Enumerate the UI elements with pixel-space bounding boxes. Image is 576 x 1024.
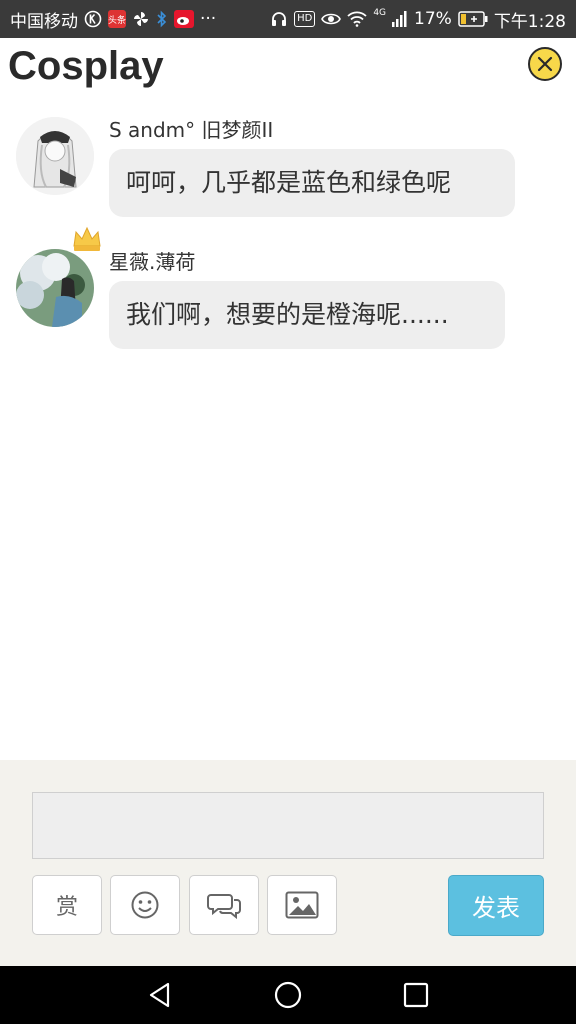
composer: 赏 发表 bbox=[0, 760, 576, 966]
sender-name: S andm° 旧梦颜II bbox=[109, 118, 274, 142]
message-list[interactable]: S andm° 旧梦颜II 呵呵，几乎都是蓝色和绿色呢 星薇.薄荷 我们啊，想要… bbox=[0, 100, 576, 760]
reward-button[interactable]: 赏 bbox=[32, 875, 102, 935]
hd-icon: HD bbox=[294, 11, 316, 27]
page-title: Cosplay bbox=[8, 44, 164, 88]
emoji-button[interactable] bbox=[110, 875, 180, 935]
reward-label: 赏 bbox=[55, 895, 78, 920]
pinwheel-icon bbox=[132, 10, 150, 28]
more-notifications: ··· bbox=[200, 9, 217, 29]
recents-icon bbox=[403, 982, 429, 1008]
emoji-icon bbox=[131, 891, 159, 919]
sender-name: 星薇.薄荷 bbox=[109, 250, 196, 274]
battery-percent: 17% bbox=[414, 9, 452, 29]
headphones-icon bbox=[270, 10, 288, 28]
comment-input[interactable] bbox=[32, 792, 544, 859]
home-button[interactable] bbox=[272, 979, 304, 1011]
avatar[interactable] bbox=[16, 117, 94, 195]
back-icon bbox=[149, 982, 170, 1008]
image-icon bbox=[285, 891, 319, 919]
clock: 下午1:28 bbox=[493, 11, 566, 32]
recents-button[interactable] bbox=[400, 979, 432, 1011]
send-label: 发表 bbox=[472, 894, 520, 922]
signal-icon bbox=[392, 11, 408, 27]
navigation-bar bbox=[0, 966, 576, 1024]
bluetooth-icon bbox=[156, 10, 168, 28]
network-type: 4G bbox=[373, 8, 387, 18]
message-bubble: 我们啊，想要的是橙海呢...... bbox=[109, 281, 505, 349]
image-button[interactable] bbox=[267, 875, 337, 935]
message-bubble: 呵呵，几乎都是蓝色和绿色呢 bbox=[109, 149, 515, 217]
eye-icon bbox=[321, 11, 342, 27]
status-bar: 中国移动 头条 ··· HD 4G 17% 下午1:28 bbox=[0, 0, 576, 38]
wifi-icon bbox=[347, 11, 367, 27]
chat-icon bbox=[207, 894, 241, 919]
chat-button[interactable] bbox=[189, 875, 259, 935]
close-button[interactable] bbox=[528, 47, 562, 81]
weibo-icon bbox=[174, 10, 194, 28]
battery-charging-icon bbox=[458, 11, 488, 27]
home-icon bbox=[274, 981, 302, 1009]
close-icon bbox=[537, 56, 553, 72]
send-button[interactable]: 发表 bbox=[448, 875, 544, 936]
carrier-label: 中国移动 bbox=[10, 11, 78, 32]
crown-badge-icon bbox=[70, 222, 104, 256]
news-app-icon: 头条 bbox=[108, 10, 126, 28]
avatar[interactable] bbox=[16, 249, 94, 327]
k-app-icon bbox=[84, 10, 102, 28]
back-button[interactable] bbox=[144, 979, 176, 1011]
header: Cosplay bbox=[0, 38, 576, 100]
